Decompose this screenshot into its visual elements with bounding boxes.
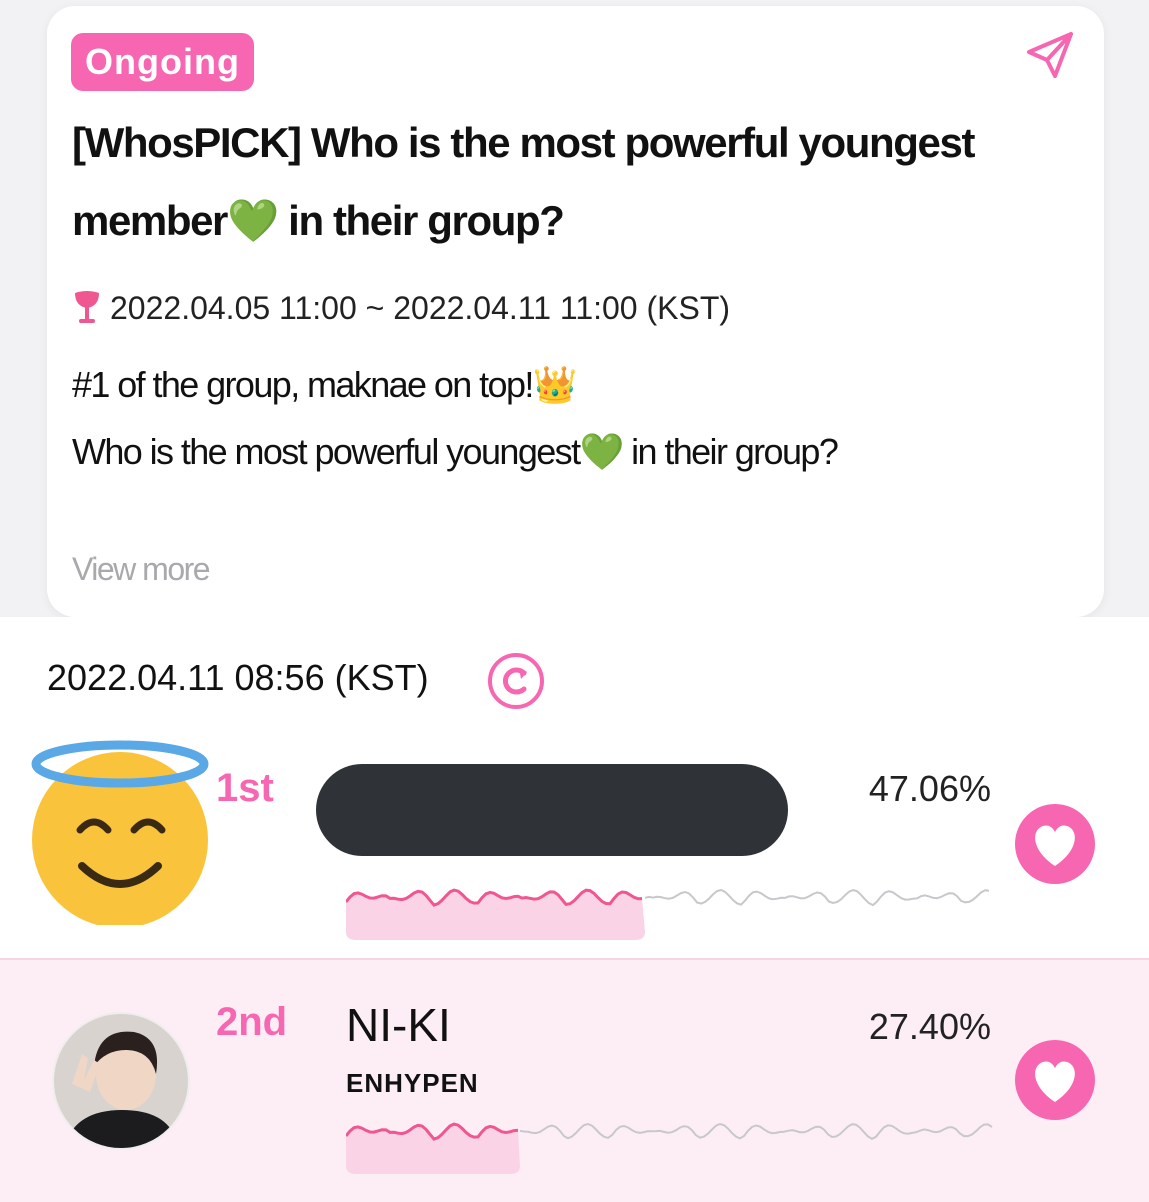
- member-avatar: [52, 1012, 190, 1150]
- member-group: ENHYPEN: [346, 1068, 479, 1098]
- status-badge: Ongoing: [71, 33, 254, 91]
- refresh-icon[interactable]: [486, 651, 546, 711]
- smiling-face-with-halo-emoji: [31, 740, 209, 925]
- poll-title: [WhosPICK] Who is the most powerful youn…: [72, 119, 975, 244]
- heart-icon[interactable]: [1013, 802, 1097, 886]
- heart-icon[interactable]: [1013, 1038, 1097, 1122]
- cocktail-glass-icon: [75, 291, 99, 323]
- vote-percent: 47.06%: [868, 768, 991, 809]
- trend-sparkline: [346, 888, 990, 940]
- redacted-name-block: [316, 764, 788, 856]
- description-line-2: Who is the most powerful youngest💚 in th…: [72, 431, 839, 472]
- description-line-1: #1 of the group, maknae on top!👑: [72, 364, 578, 405]
- poll-card: Ongoing [WhosPICK] Who is the most power…: [47, 6, 1104, 617]
- vote-percent: 27.40%: [868, 1006, 991, 1047]
- result-row-1: 1st 47.06%: [0, 730, 1149, 958]
- result-row-2: 2nd NI-KI ENHYPEN 27.40%: [0, 958, 1149, 1202]
- member-name: NI-KI: [346, 999, 451, 1051]
- rank-label: 1st: [216, 766, 274, 810]
- rank-label: 2nd: [216, 1000, 288, 1044]
- sparkline-rest: [644, 888, 990, 907]
- view-more-link[interactable]: View more: [72, 551, 211, 588]
- send-icon[interactable]: [1017, 26, 1077, 86]
- poll-period: 2022.04.05 11:00 ~ 2022.04.11 11:00 (KST…: [72, 280, 730, 336]
- poll-description: #1 of the group, maknae on top!👑 Who is …: [72, 351, 1062, 485]
- sparkline-rest: [519, 1122, 993, 1140]
- trend-sparkline: [346, 1122, 993, 1174]
- poll-period-text: 2022.04.05 11:00 ~ 2022.04.11 11:00 (KST…: [110, 290, 731, 326]
- results-timestamp: 2022.04.11 08:56 (KST): [47, 657, 429, 698]
